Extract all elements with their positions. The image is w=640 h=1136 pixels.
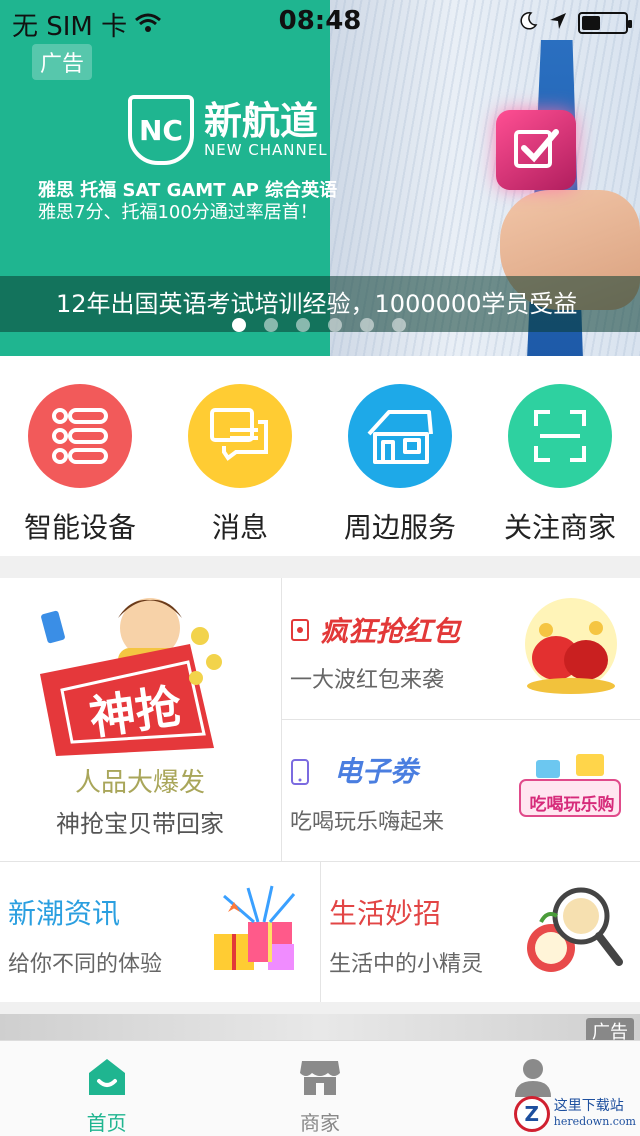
tab-label: 首页	[86, 1111, 127, 1135]
coupon-title: 电子劵	[334, 755, 419, 788]
quick-entry-label: 周边服务	[343, 511, 456, 544]
tab-home[interactable]: 首页	[0, 1041, 213, 1136]
tab-merchants[interactable]: 商家	[213, 1041, 426, 1136]
promo-coupon[interactable]: 电子劵 吃喝玩乐嗨起来 吃喝玩乐购	[282, 720, 640, 862]
logo-name-en: NEW CHANNEL	[204, 141, 328, 159]
news-title: 新潮资讯	[8, 897, 121, 930]
news-subtitle: 给你不同的体验	[8, 952, 163, 977]
banner-subtitle-2: 雅思7分、托福100分通过率居首！	[38, 202, 318, 223]
quick-entry-grid: 智能设备 消息 周边服务 关注商家	[0, 356, 640, 556]
carousel-dot[interactable]	[264, 318, 278, 332]
logo-name-cn: 新航道	[204, 99, 319, 143]
quick-entry-label: 消息	[211, 511, 268, 544]
house-icon	[348, 384, 452, 488]
phone-icon	[290, 758, 310, 790]
shenqiang-title: 人品大爆发	[74, 768, 205, 798]
quick-entry-label: 关注商家	[503, 511, 616, 544]
quick-entry-label: 智能设备	[23, 511, 136, 544]
red-packet-subtitle: 一大波红包来袭	[290, 668, 445, 693]
app-screen: 无 SIM 卡 08:48 广告 NC 新航道 NEW CHANNEL 雅思 托…	[0, 0, 640, 1136]
promo-news[interactable]: 新潮资讯 给你不同的体验	[0, 862, 321, 1002]
checkbox-icon	[496, 110, 576, 190]
gift-boxes-illustration	[214, 885, 296, 970]
red-packet-icon	[290, 618, 310, 646]
chat-icon	[188, 384, 292, 488]
moon-icon	[518, 8, 538, 38]
scan-icon	[508, 384, 612, 488]
quick-entry-followed-merchants[interactable]: 关注商家	[480, 356, 640, 556]
watermark-mark: Z	[513, 1096, 550, 1132]
watermark-line-1: 这里下载站	[553, 1098, 624, 1114]
carousel-dot[interactable]	[328, 318, 342, 332]
watermark-line-2: heredown.com	[553, 1115, 636, 1128]
list-icon	[28, 384, 132, 488]
carousel-indicator[interactable]	[232, 318, 406, 332]
life-title: 生活妙招	[329, 897, 442, 930]
ad-tag: 广告	[32, 44, 93, 80]
red-packet-title: 疯狂抢红包	[320, 615, 461, 648]
quick-entry-nearby-services[interactable]: 周边服务	[320, 356, 480, 556]
carousel-dot[interactable]	[392, 318, 406, 332]
promo-red-packet[interactable]: 疯狂抢红包 一大波红包来袭	[282, 578, 640, 720]
battery-icon	[578, 12, 632, 34]
promo-grid: 神抢 人品大爆发 神抢宝贝带回家 疯狂抢红包 一大波红包来袭 电子劵 吃喝玩乐嗨…	[0, 578, 640, 1002]
home-icon	[85, 1055, 129, 1099]
carousel-dot[interactable]	[360, 318, 374, 332]
brand-logo: NC 新航道 NEW CHANNEL	[128, 95, 328, 165]
life-subtitle: 生活中的小精灵	[329, 952, 484, 977]
shop-icon	[298, 1055, 342, 1099]
carousel-dot[interactable]	[296, 318, 310, 332]
shenqiang-subtitle: 神抢宝贝带回家	[56, 810, 224, 838]
promo-shenqiang[interactable]: 神抢 人品大爆发 神抢宝贝带回家	[0, 578, 282, 862]
banner-carousel[interactable]: 无 SIM 卡 08:48 广告 NC 新航道 NEW CHANNEL 雅思 托…	[0, 0, 640, 356]
status-bar: 无 SIM 卡 08:48	[0, 0, 640, 42]
coupon-subtitle: 吃喝玩乐嗨起来	[290, 810, 445, 835]
coupon-tag-text: 吃喝玩乐购	[529, 795, 615, 815]
carousel-dot[interactable]	[232, 318, 246, 332]
tab-label: 商家	[299, 1111, 340, 1135]
apple-magnifier-illustration	[527, 887, 623, 972]
quick-entry-smart-device[interactable]: 智能设备	[0, 356, 160, 556]
location-arrow-icon	[548, 8, 568, 38]
user-icon	[511, 1055, 555, 1099]
watermark-logo: Z 这里下载站 heredown.com	[513, 1096, 636, 1132]
shield-icon: NC	[128, 95, 194, 165]
money-bag-illustration	[525, 598, 617, 694]
quick-entry-messages[interactable]: 消息	[160, 356, 320, 556]
promo-life-tips[interactable]: 生活妙招 生活中的小精灵	[321, 862, 640, 1002]
